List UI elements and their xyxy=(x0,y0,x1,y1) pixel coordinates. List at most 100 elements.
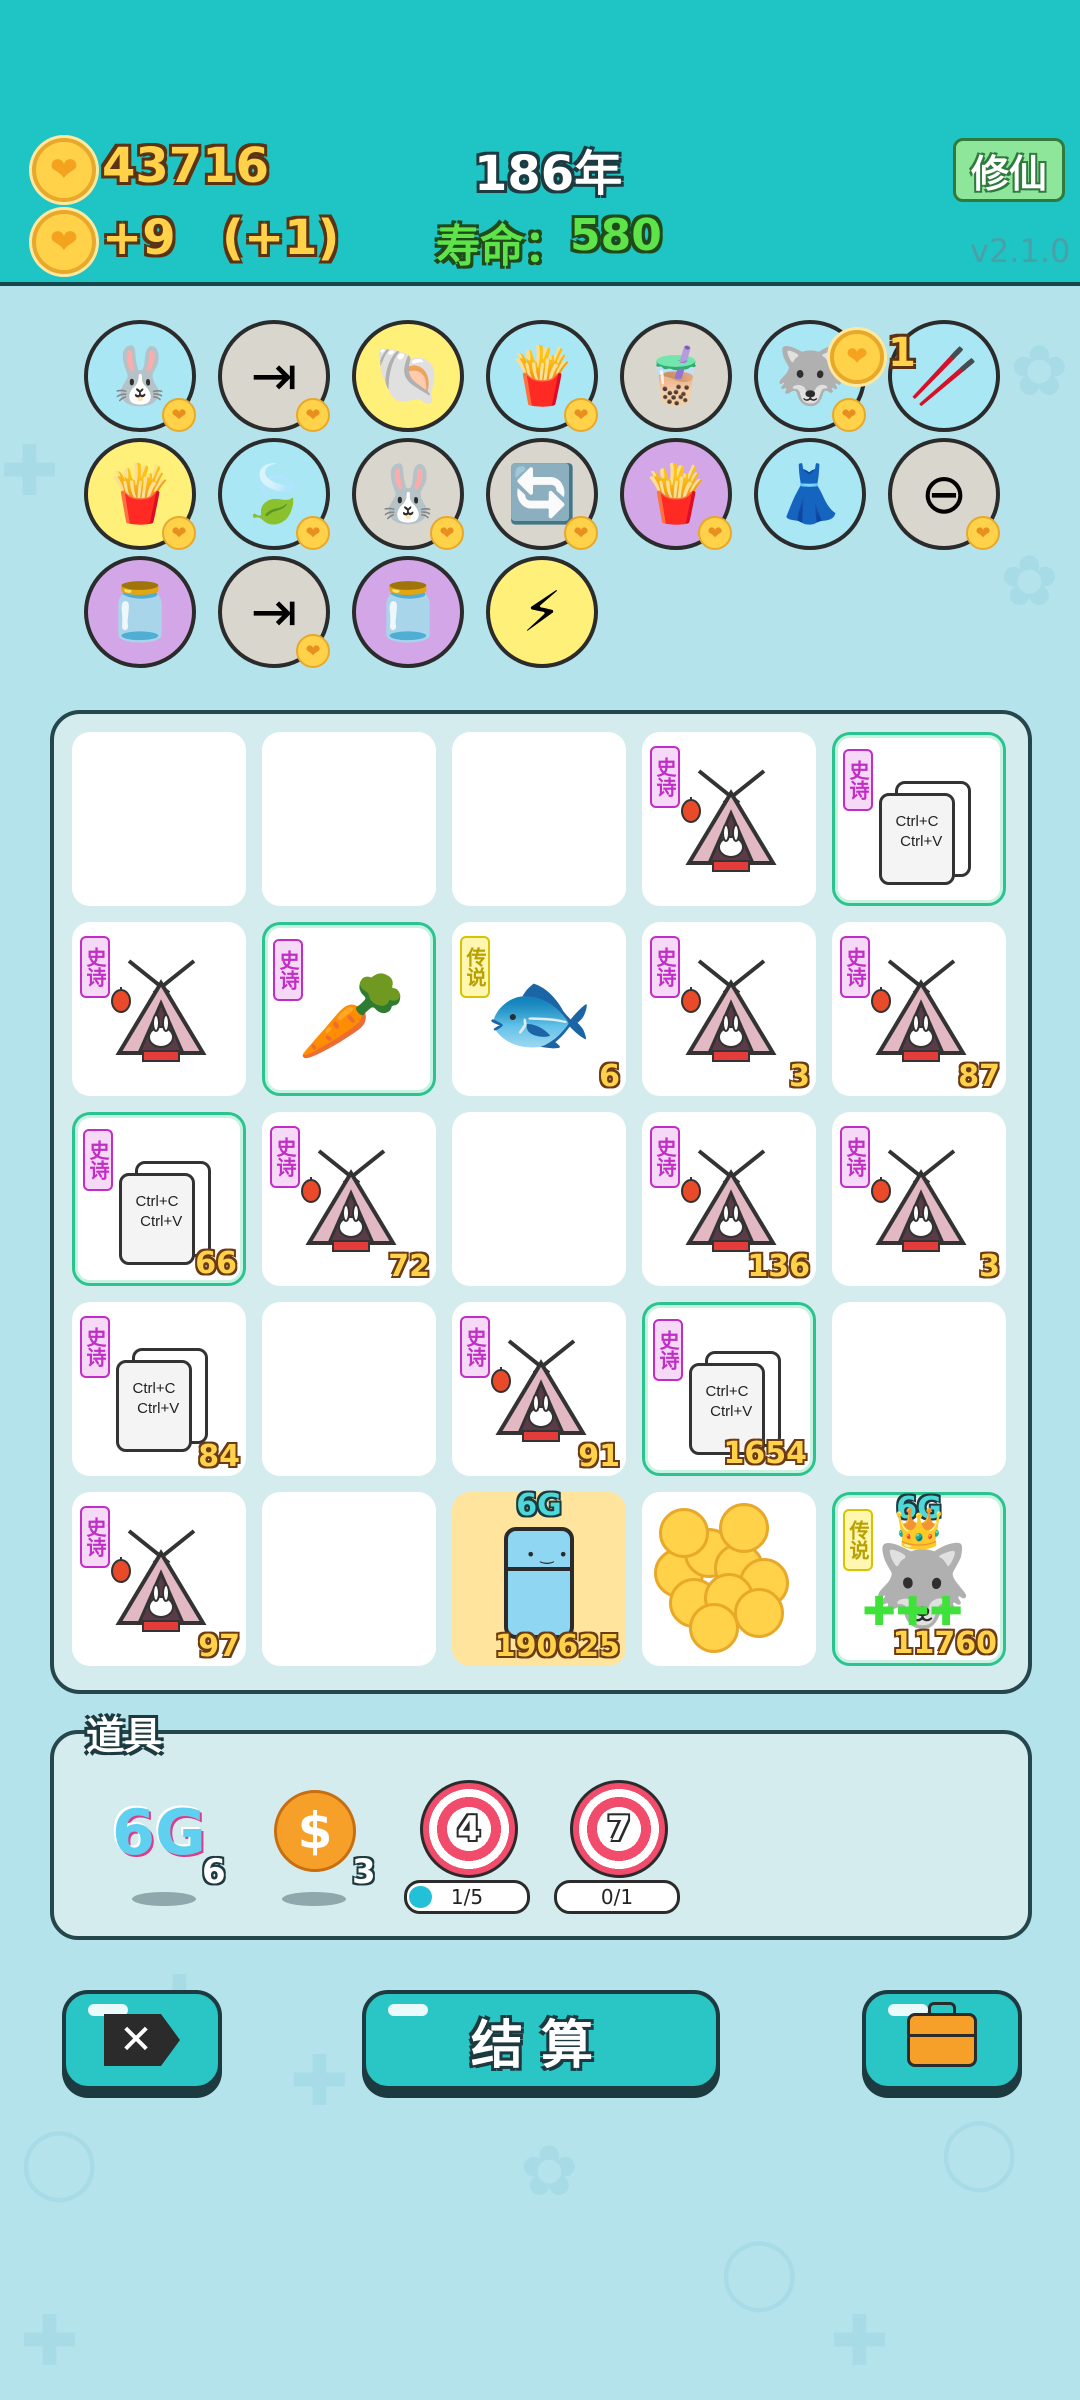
lifespan-value: 580 xyxy=(570,210,662,261)
dollar-prop-count: 3 xyxy=(352,1852,376,1892)
cultivate-button[interactable]: 修仙 xyxy=(953,138,1065,202)
bg-flower-deco: ✿ xyxy=(1010,330,1069,412)
props-title: 道具 xyxy=(86,1714,163,1758)
copy-paste-icon: Ctrl+C Ctrl+V xyxy=(855,759,989,893)
minus-icon[interactable]: ⊖ ❤ xyxy=(888,438,1000,550)
target-prop-4[interactable]: 4 xyxy=(420,1780,518,1878)
exit-button[interactable]: ✕ xyxy=(62,1990,222,2090)
board-tile-tent[interactable]: 史诗 87 xyxy=(832,922,1006,1096)
6g-prop-shadow xyxy=(132,1892,196,1906)
board-tile-copy[interactable]: 史诗 Ctrl+C Ctrl+V 84 xyxy=(72,1302,246,1476)
tile-count: 3 xyxy=(789,1059,810,1094)
mini-coin-icon: ❤ xyxy=(162,516,196,550)
board-tile-tent[interactable]: 史诗 3 xyxy=(832,1112,1006,1286)
tile-count: 84 xyxy=(198,1439,240,1474)
board-tile-tent[interactable]: 史诗 91 xyxy=(452,1302,626,1476)
fries-icon[interactable]: 🍟 ❤ xyxy=(620,438,732,550)
dollar-coin-prop-icon[interactable]: $ xyxy=(274,1790,356,1872)
board-tile-empty[interactable] xyxy=(262,1302,436,1476)
coin-bonus: (+1) xyxy=(222,210,340,266)
board-tile-tent[interactable]: 史诗 136 xyxy=(642,1112,816,1286)
mini-coin-icon: ❤ xyxy=(430,516,464,550)
header-divider xyxy=(0,282,1080,286)
board-tile-copy[interactable]: 史诗 Ctrl+C Ctrl+V xyxy=(832,732,1006,906)
mini-coin-icon: ❤ xyxy=(162,398,196,432)
board-tile-empty[interactable] xyxy=(262,1492,436,1666)
board-tile-copy[interactable]: 史诗 Ctrl+C Ctrl+V 1654 xyxy=(642,1302,816,1476)
skip-icon[interactable]: ⇥ ❤ xyxy=(218,320,330,432)
bg-ring-deco: ◯ xyxy=(720,2230,799,2312)
coin-pile-icon xyxy=(654,1503,796,1653)
settle-button[interactable]: 结算 xyxy=(362,1990,720,2090)
rabbit-icon[interactable]: 🐰 ❤ xyxy=(84,320,196,432)
board-tile-empty[interactable] xyxy=(72,732,246,906)
skip-icon[interactable]: ⇥ ❤ xyxy=(218,556,330,668)
board-tile-tent[interactable]: 史诗 97 xyxy=(72,1492,246,1666)
board-tile-empty[interactable] xyxy=(262,732,436,906)
backpack-button[interactable] xyxy=(862,1990,1022,2090)
board-tile-tent[interactable]: 史诗 3 xyxy=(642,922,816,1096)
buff-coin-badge-icon: ❤ xyxy=(830,330,884,384)
year-counter: 186年 xyxy=(474,146,623,202)
board-tile-fridge[interactable]: 6G • ‿ • 190625 xyxy=(452,1488,626,1666)
board-tile-husky[interactable]: 传说 6G 🐺 👑 ✚✚✚ 11760 xyxy=(832,1491,1006,1666)
bg-plus-deco: ✚ xyxy=(0,430,59,512)
bg-plus-deco: ✚ xyxy=(20,2300,79,2382)
milk-tea-icon[interactable]: 🧋 xyxy=(620,320,732,432)
mini-coin-icon: ❤ xyxy=(832,398,866,432)
carrot-icon: 🥕 xyxy=(297,964,407,1067)
board-tile-coins[interactable] xyxy=(642,1492,816,1666)
tile-count: 97 xyxy=(198,1629,240,1664)
tile-count: 3 xyxy=(979,1249,1000,1284)
mini-coin-icon: ❤ xyxy=(564,398,598,432)
board-tile-empty[interactable] xyxy=(832,1302,1006,1476)
fries-icon[interactable]: 🍟 ❤ xyxy=(84,438,196,550)
lightning-icon[interactable]: ⚡ xyxy=(486,556,598,668)
fries-icon[interactable]: 🍟 ❤ xyxy=(486,320,598,432)
target-4-progress-fill xyxy=(409,1886,433,1908)
mini-coin-icon: ❤ xyxy=(564,516,598,550)
jar-icon[interactable]: 🫙 xyxy=(84,556,196,668)
board-tile-tent[interactable]: 史诗 72 xyxy=(262,1112,436,1286)
bg-ring-deco: ◯ xyxy=(20,2120,99,2202)
mini-coin-icon: ❤ xyxy=(966,516,1000,550)
income-coin-icon: ❤ xyxy=(32,210,96,274)
dollar-prop-shadow xyxy=(282,1892,346,1906)
buff-coin-badge-count: 1 xyxy=(888,330,916,376)
jar-icon[interactable]: 🫙 xyxy=(352,556,464,668)
mini-coin-icon: ❤ xyxy=(296,634,330,668)
target-7-progress: 0/1 xyxy=(554,1880,680,1914)
rabbit-tent-icon xyxy=(92,946,226,1080)
board-tile-empty[interactable] xyxy=(452,1112,626,1286)
target-prop-7[interactable]: 7 xyxy=(570,1780,668,1878)
koi-fish-icon: 🐟 xyxy=(484,961,594,1064)
board-tile-carrot[interactable]: 史诗 🥕 xyxy=(262,922,436,1096)
refresh-icon[interactable]: 🔄 ❤ xyxy=(486,438,598,550)
skirt-icon[interactable]: 👗 xyxy=(754,438,866,550)
coin-icon: ❤ xyxy=(32,138,96,202)
rabbit-tent-icon xyxy=(662,756,796,890)
crown-icon: 👑 xyxy=(894,1506,944,1552)
6g-prop-icon[interactable]: 6G xyxy=(112,1796,206,1869)
tile-count: 6 xyxy=(599,1059,620,1094)
tile-count: 72 xyxy=(388,1249,430,1284)
delete-icon: ✕ xyxy=(104,2014,180,2066)
tile-count: 190625 xyxy=(494,1629,620,1664)
mini-coin-icon: ❤ xyxy=(296,398,330,432)
bg-plus-deco: ✚ xyxy=(290,2040,349,2122)
leaf-icon[interactable]: 🍃 ❤ xyxy=(218,438,330,550)
board-tile-koi[interactable]: 传说 🐟 6 xyxy=(452,922,626,1096)
board-tile-tent[interactable]: 史诗 xyxy=(72,922,246,1096)
board-tile-copy[interactable]: 史诗 Ctrl+C Ctrl+V 66 xyxy=(72,1112,246,1286)
tile-count: 136 xyxy=(747,1249,810,1284)
target-7-progress-text: 0/1 xyxy=(600,1885,634,1909)
coin-income: +9 xyxy=(102,210,176,266)
tile-count: 87 xyxy=(958,1059,1000,1094)
rabbit-icon[interactable]: 🐰 ❤ xyxy=(352,438,464,550)
shell-icon[interactable]: 🐚 xyxy=(352,320,464,432)
board-tile-tent[interactable]: 史诗 xyxy=(642,732,816,906)
tile-count: 66 xyxy=(195,1246,237,1281)
bg-ring-deco: ◯ xyxy=(940,2110,1019,2192)
board-tile-empty[interactable] xyxy=(452,732,626,906)
mini-coin-icon: ❤ xyxy=(296,516,330,550)
